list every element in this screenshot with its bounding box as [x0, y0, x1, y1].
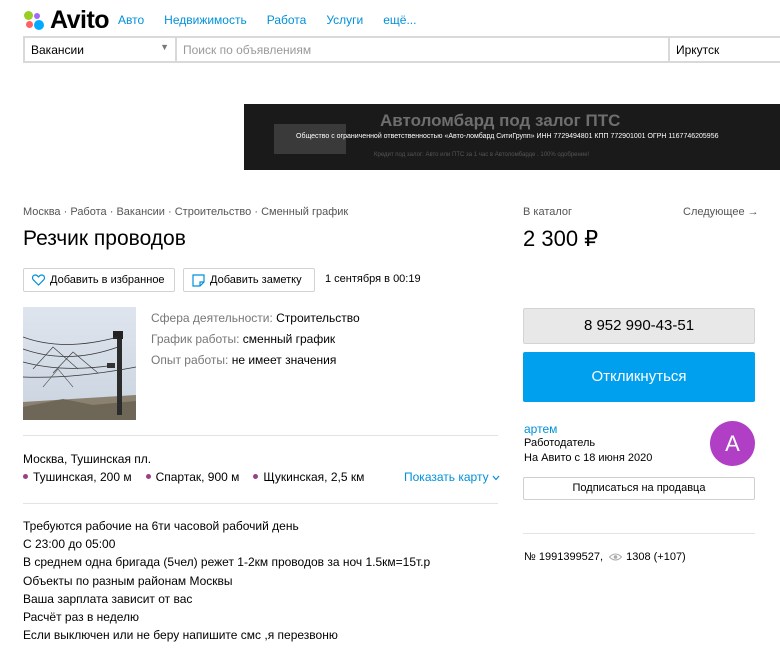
- item-number: № 1991399527,: [524, 551, 604, 563]
- listing-meta: № 1991399527, 1308 (+107): [524, 551, 686, 563]
- eye-icon: [609, 553, 623, 561]
- metro-dot-icon: [23, 474, 28, 480]
- description: Требуются рабочие на 6ти часовой рабочий…: [23, 517, 430, 644]
- category-value: Вакансии: [31, 43, 84, 57]
- ad-banner[interactable]: Автоломбард под залог ПТС Общество с огр…: [244, 104, 780, 170]
- respond-button[interactable]: Откликнуться: [523, 352, 755, 402]
- divider: [23, 503, 498, 504]
- seller-role: Работодатель: [524, 437, 596, 449]
- logo-text: Avito: [50, 6, 110, 34]
- note-icon: [192, 273, 205, 287]
- avatar[interactable]: А: [710, 421, 755, 466]
- breadcrumb-item[interactable]: Сменный график: [261, 206, 348, 218]
- description-line: Если выключен или не беру напишите смс ,…: [23, 628, 338, 643]
- search-input[interactable]: Поиск по объявлениям: [177, 38, 670, 61]
- price: 2 300 ₽: [523, 226, 599, 251]
- subscribe-button[interactable]: Подписаться на продавца: [523, 477, 755, 500]
- search-bar: Вакансии ▼ Поиск по объявлениям Иркутск: [23, 36, 780, 63]
- catalog-link[interactable]: В каталог: [523, 206, 572, 218]
- seller-since: На Авито с 18 июня 2020: [524, 452, 653, 464]
- breadcrumb-item[interactable]: Работа: [70, 206, 106, 218]
- property-row: Опыт работы: не имеет значения: [151, 353, 337, 367]
- avito-logo-icon: [23, 10, 45, 32]
- phone-button[interactable]: 8 952 990-43-51: [523, 308, 755, 344]
- metro-stations: Тушинская, 200 м Спартак, 900 м Щукинска…: [23, 470, 378, 484]
- listing-photo-image: [23, 307, 136, 420]
- banner-legal-text: Общество с ограниченной ответственностью…: [296, 133, 719, 140]
- nav-item-more[interactable]: ещё...: [383, 13, 416, 27]
- chevron-down-icon: ▼: [160, 42, 169, 52]
- nav-item-jobs[interactable]: Работа: [267, 13, 307, 27]
- nav-item-auto[interactable]: Авто: [118, 13, 144, 27]
- property-row: График работы: сменный график: [151, 332, 336, 346]
- add-note-button[interactable]: Добавить заметку: [183, 268, 315, 292]
- nav-item-realty[interactable]: Недвижимость: [164, 13, 247, 27]
- page-title: Резчик проводов: [23, 227, 186, 250]
- metro-station: Щукинская, 2,5 км: [253, 470, 364, 484]
- breadcrumb: Москва · Работа · Вакансии · Строительст…: [23, 206, 349, 218]
- seller-name-link[interactable]: артем: [524, 422, 557, 436]
- property-row: Сфера деятельности: Строительство: [151, 311, 360, 325]
- avito-logo[interactable]: Avito: [23, 6, 110, 35]
- listing-photo[interactable]: [23, 307, 136, 420]
- metro-station: Спартак, 900 м: [145, 470, 239, 484]
- listing-properties: Сфера деятельности: Строительство График…: [151, 308, 360, 371]
- add-favorite-button[interactable]: Добавить в избранное: [23, 268, 175, 292]
- show-map-link[interactable]: Показать карту: [404, 470, 500, 484]
- description-line: В среднем одна бригада (5чел) режет 1-2к…: [23, 555, 431, 570]
- divider: [23, 435, 498, 436]
- description-line: С 23:00 до 05:00: [23, 537, 116, 552]
- divider: [523, 533, 755, 534]
- description-line: Ваша зарплата зависит от вас: [23, 591, 193, 606]
- description-line: Расчёт раз в неделю: [23, 610, 139, 625]
- nav-item-services[interactable]: Услуги: [326, 13, 363, 27]
- metro-dot-icon: [253, 474, 259, 480]
- description-line: Объекты по разным районам Москвы: [23, 573, 233, 588]
- add-favorite-label: Добавить в избранное: [50, 274, 165, 286]
- banner-title: Автоломбард под залог ПТС: [380, 111, 621, 130]
- breadcrumb-item[interactable]: Вакансии: [116, 206, 165, 218]
- breadcrumb-item[interactable]: Строительство: [175, 206, 252, 218]
- city-field[interactable]: Иркутск: [670, 38, 780, 61]
- views-count: 1308 (+107): [626, 551, 686, 563]
- add-note-label: Добавить заметку: [210, 274, 302, 286]
- metro-dot-icon: [145, 474, 151, 480]
- publish-date: 1 сентября в 00:19: [325, 273, 421, 285]
- top-nav: Авто Недвижимость Работа Услуги ещё...: [118, 13, 436, 27]
- heart-icon: [32, 274, 45, 286]
- chevron-down-icon: [492, 475, 500, 481]
- breadcrumb-item[interactable]: Москва: [23, 206, 61, 218]
- banner-subtitle: Кредит под залог: Авто или ПТС за 1 час …: [374, 152, 590, 158]
- description-line: Требуются рабочие на 6ти часовой рабочий…: [23, 519, 299, 533]
- address: Москва, Тушинская пл.: [23, 452, 152, 466]
- metro-station: Тушинская, 200 м: [23, 470, 132, 484]
- next-link[interactable]: Следующее →: [683, 206, 759, 218]
- category-select[interactable]: Вакансии ▼: [25, 38, 177, 61]
